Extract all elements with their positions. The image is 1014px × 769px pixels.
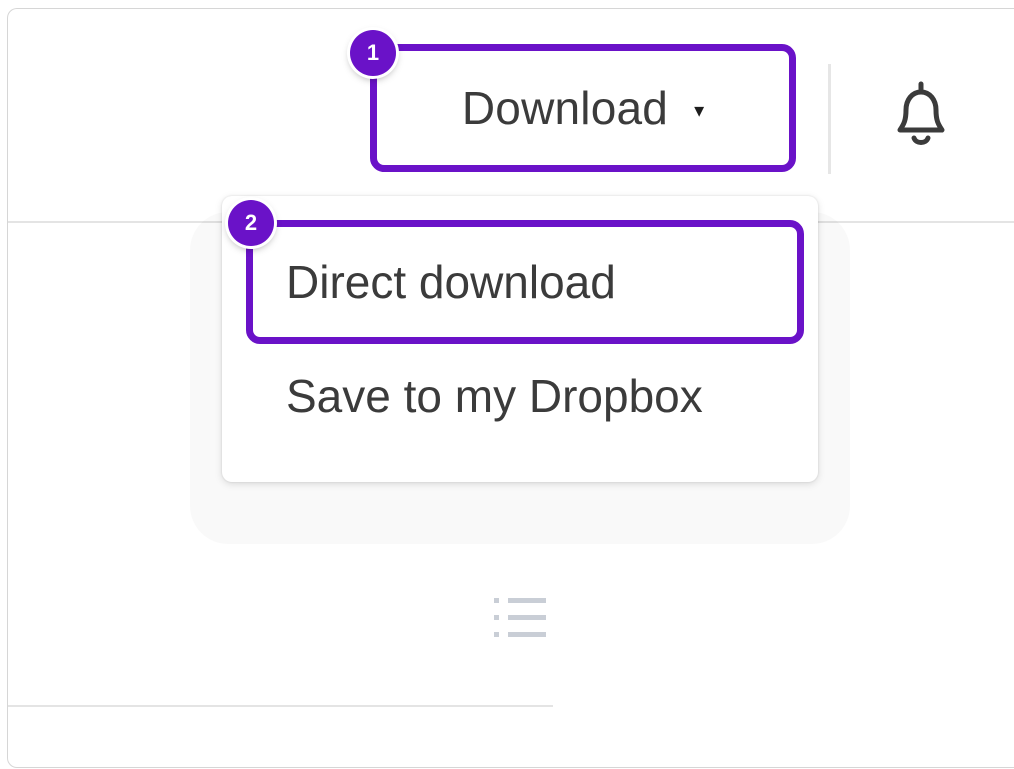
toolbar-divider: [828, 64, 831, 174]
caret-down-icon: ▾: [694, 99, 705, 122]
download-button-label: Download: [461, 82, 669, 134]
menu-item-label: Save to my Dropbox: [286, 370, 703, 422]
menu-item-save-to-dropbox[interactable]: Save to my Dropbox: [246, 346, 804, 446]
download-button[interactable]: Download ▾: [370, 44, 796, 172]
step-badge-2: 2: [228, 200, 274, 246]
menu-item-direct-download[interactable]: Direct download: [246, 220, 804, 344]
bell-icon[interactable]: [886, 78, 956, 150]
menu-item-label: Direct download: [286, 256, 616, 308]
list-icon[interactable]: [494, 594, 550, 644]
step-badge-1: 1: [350, 30, 396, 76]
content-divider: [8, 705, 553, 707]
download-dropdown-menu: Direct download Save to my Dropbox: [222, 196, 818, 482]
